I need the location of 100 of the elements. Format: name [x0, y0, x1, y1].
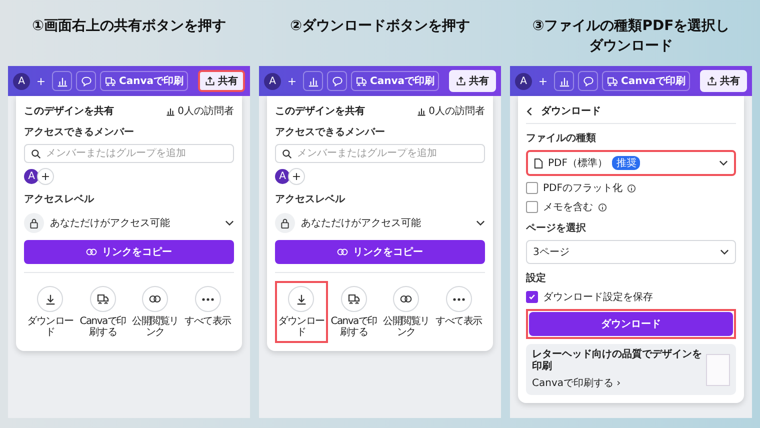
truck-icon [96, 294, 109, 304]
recommended-badge: 推奨 [612, 156, 640, 170]
avatar[interactable]: A [13, 72, 30, 90]
section-label: アクセスレベル [24, 193, 96, 206]
chart-button[interactable] [52, 71, 72, 91]
share-option-button[interactable]: ダウンロード [24, 281, 76, 343]
add-button[interactable]: + [536, 74, 550, 88]
info-icon[interactable] [598, 202, 607, 212]
section-label: 設定 [526, 271, 547, 285]
link-icon [400, 295, 412, 303]
comment-button[interactable] [578, 71, 598, 91]
checkbox-label: PDFのフラット化 [543, 182, 622, 195]
more-icon [452, 298, 465, 300]
speech-bubble-icon [582, 76, 594, 86]
checkbox[interactable] [526, 182, 538, 194]
step-title: ダウンロード [589, 37, 673, 56]
truck-icon [607, 76, 618, 86]
download-icon [44, 294, 56, 304]
share-option-button[interactable]: ダウンロード [275, 281, 328, 343]
bar-chart-icon [558, 76, 570, 86]
visitor-count[interactable]: 0人の訪問者 [416, 104, 485, 118]
copy-link-button[interactable]: リンクをコピー [275, 240, 485, 264]
back-icon[interactable] [526, 106, 533, 116]
access-level-dropdown[interactable]: あなただけがアクセス可能 [275, 211, 485, 235]
section-label: アクセスできるメンバー [275, 126, 386, 139]
chart-button[interactable] [303, 71, 323, 91]
link-icon [86, 248, 97, 256]
print-button[interactable]: Canvaで印刷 [100, 71, 188, 91]
comment-button[interactable] [76, 71, 96, 91]
checkbox-label: ダウンロード設定を保存 [543, 290, 653, 304]
share-option-button[interactable]: 公開閲覧リンク [380, 281, 432, 343]
share-option-button[interactable]: Canvaで印刷する [328, 281, 380, 343]
bar-chart-icon [416, 106, 426, 116]
bar-chart-icon [308, 76, 318, 86]
download-icon [296, 294, 307, 304]
section-label: アクセスできるメンバー [24, 126, 135, 139]
promo-title: レターヘッド向けの品質でデザインを印刷 [532, 349, 702, 373]
truck-icon [356, 76, 367, 86]
letterhead-thumbnail [706, 354, 730, 386]
add-button[interactable]: + [34, 74, 48, 88]
promo-link[interactable]: Canvaで印刷する › [532, 376, 702, 390]
link-icon [337, 248, 348, 256]
more-icon [202, 298, 214, 300]
checkbox[interactable] [526, 291, 538, 303]
share-icon [707, 76, 717, 86]
print-button[interactable]: Canvaで印刷 [351, 71, 440, 91]
section-label: ファイルの種類 [526, 132, 597, 145]
comment-button[interactable] [327, 71, 347, 91]
search-icon [31, 148, 41, 158]
step-title: ③ファイルの種類PDFを選択し [532, 17, 730, 36]
panel-title: このデザインを共有 [24, 104, 114, 118]
bar-chart-icon [166, 106, 175, 116]
page-dropdown[interactable]: 3ページ [526, 240, 736, 264]
checkmark-icon [528, 293, 536, 301]
lock-icon [275, 213, 295, 233]
checkbox-label: メモを含む [543, 200, 593, 214]
avatar[interactable]: A [515, 72, 532, 90]
speech-bubble-icon [80, 76, 92, 86]
step-title: ②ダウンロードボタンを押す [290, 17, 470, 36]
document-icon [534, 158, 543, 168]
copy-link-button[interactable]: リンクをコピー [24, 240, 234, 264]
visitor-count[interactable]: 0人の訪問者 [166, 104, 234, 118]
share-button[interactable]: 共有 [449, 70, 496, 92]
chevron-down-icon [720, 249, 729, 255]
share-icon [456, 76, 466, 86]
share-icon [205, 76, 215, 86]
chevron-down-icon [719, 160, 728, 166]
share-option-button[interactable]: すべて表示 [182, 281, 234, 343]
link-icon [149, 295, 162, 303]
truck-icon [105, 76, 116, 86]
lock-icon [24, 213, 44, 233]
checkbox[interactable] [526, 201, 538, 213]
share-button[interactable]: 共有 [700, 70, 747, 92]
speech-bubble-icon [332, 76, 342, 86]
add-button[interactable]: + [285, 74, 299, 88]
chevron-down-icon [225, 220, 234, 226]
panel-title: ダウンロード [541, 104, 601, 118]
step-title: ①画面右上の共有ボタンを押す [32, 17, 226, 36]
member-avatar: A [24, 169, 39, 184]
search-icon [282, 148, 292, 158]
section-label: ページを選択 [526, 222, 587, 235]
file-type-dropdown[interactable]: PDF（標準） 推奨 [526, 150, 736, 176]
info-icon[interactable] [627, 184, 636, 192]
share-button[interactable]: 共有 [198, 70, 245, 92]
share-option-button[interactable]: 公開閲覧リンク [129, 281, 182, 343]
share-option-button[interactable]: すべて表示 [432, 281, 485, 343]
avatar[interactable]: A [264, 72, 281, 90]
download-button[interactable]: ダウンロード [529, 312, 733, 336]
chevron-down-icon [476, 220, 485, 226]
truck-icon [348, 294, 360, 304]
access-level-dropdown[interactable]: あなただけがアクセス可能 [24, 211, 234, 235]
share-option-button[interactable]: Canvaで印刷する [76, 281, 129, 343]
add-member-button[interactable]: + [288, 168, 305, 185]
member-avatar: A [275, 169, 290, 184]
panel-title: このデザインを共有 [275, 104, 365, 118]
print-button[interactable]: Canvaで印刷 [602, 71, 690, 91]
add-member-button[interactable]: + [37, 168, 54, 185]
chart-button[interactable] [554, 71, 574, 91]
section-label: アクセスレベル [275, 193, 346, 206]
bar-chart-icon [56, 76, 68, 86]
